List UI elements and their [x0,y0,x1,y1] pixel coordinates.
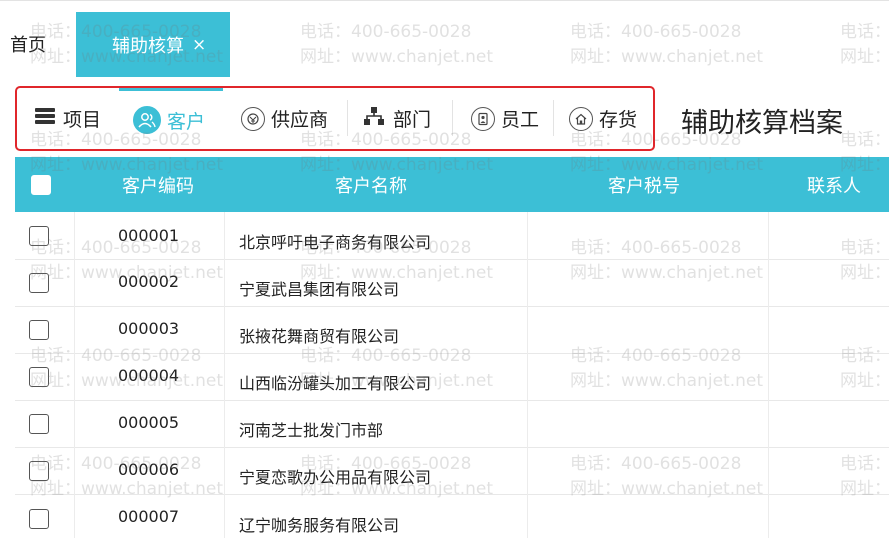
customer-name: 山西临汾罐头加工有限公司 [239,374,432,393]
column-divider [74,212,75,538]
category-label: 客户 [167,110,206,133]
column-divider [768,212,769,538]
close-icon[interactable]: × [192,35,206,55]
category-inventory[interactable]: 存货 [569,88,637,149]
table-row[interactable]: 000002 宁夏武昌集团有限公司 [15,260,889,307]
category-customer[interactable]: 客户 [119,88,223,149]
column-header-contact[interactable]: 联系人 [807,157,861,212]
row-checkbox[interactable] [29,401,49,447]
column-divider [527,212,528,538]
select-all-checkbox[interactable] [31,157,51,212]
row-checkbox[interactable] [29,495,49,538]
customer-name: 北京呼吁电子商务有限公司 [239,232,432,252]
supplier-icon [241,106,265,131]
customer-code: 000003 [118,319,180,338]
category-label: 存货 [599,109,638,131]
customer-name: 张掖花舞商贸有限公司 [239,327,400,346]
category-label: 员工 [501,109,540,131]
customer-code: 000004 [118,366,180,385]
page-title: 辅助核算档案 [681,108,843,139]
table-row[interactable]: 000005 河南芝士批发门市部 [15,401,889,448]
table-row[interactable]: 000007 辽宁咖务服务有限公司 [15,495,889,538]
customer-code: 000001 [118,226,180,245]
row-checkbox[interactable] [29,212,49,259]
category-toolbar: 项目 客户 供应商 部门 员工 存货 [15,86,655,151]
tab-auxiliary-accounting[interactable]: 辅助核算 × [76,12,230,77]
divider [553,100,554,136]
divider [347,100,348,136]
table-row[interactable]: 000006 宁夏恋歌办公用品有限公司 [15,448,889,495]
category-label: 项目 [63,109,102,131]
customer-name: 宁夏恋歌办公用品有限公司 [239,468,432,487]
category-project[interactable]: 项目 [35,88,101,149]
row-checkbox[interactable] [29,354,49,400]
table-row[interactable]: 000004 山西临汾罐头加工有限公司 [15,354,889,401]
category-label: 供应商 [271,109,329,131]
customer-table: 客户编码 客户名称 客户税号 联系人 000001 北京呼吁电子商务有限公司 0… [15,157,889,538]
customer-code: 000006 [118,460,180,479]
row-checkbox[interactable] [29,448,49,494]
column-header-tax-id[interactable]: 客户税号 [608,157,680,212]
tab-auxiliary-accounting-label: 辅助核算 [112,35,184,57]
category-department[interactable]: 部门 [363,88,431,149]
category-label: 部门 [393,109,432,131]
row-checkbox[interactable] [29,307,49,353]
house-icon [569,106,593,131]
column-divider [224,212,225,538]
customer-name: 河南芝士批发门市部 [239,421,384,440]
customer-name: 宁夏武昌集团有限公司 [239,280,400,299]
list-icon [35,107,55,130]
column-header-name[interactable]: 客户名称 [335,157,407,212]
column-header-code[interactable]: 客户编码 [122,157,194,212]
category-supplier[interactable]: 供应商 [241,88,328,149]
table-row[interactable]: 000001 北京呼吁电子商务有限公司 [15,212,889,260]
row-checkbox[interactable] [29,260,49,306]
id-badge-icon [471,106,495,131]
top-tab-bar: 首页 辅助核算 × [0,0,889,80]
divider [452,100,453,136]
people-icon [133,106,161,134]
customer-code: 000007 [118,507,180,526]
category-employee[interactable]: 员工 [471,88,539,149]
table-row[interactable]: 000003 张掖花舞商贸有限公司 [15,307,889,354]
customer-code: 000002 [118,272,180,291]
table-header: 客户编码 客户名称 客户税号 联系人 [15,157,889,212]
customer-name: 辽宁咖务服务有限公司 [239,515,400,535]
org-chart-icon [363,106,385,131]
customer-code: 000005 [118,413,180,432]
tab-home[interactable]: 首页 [10,31,46,57]
